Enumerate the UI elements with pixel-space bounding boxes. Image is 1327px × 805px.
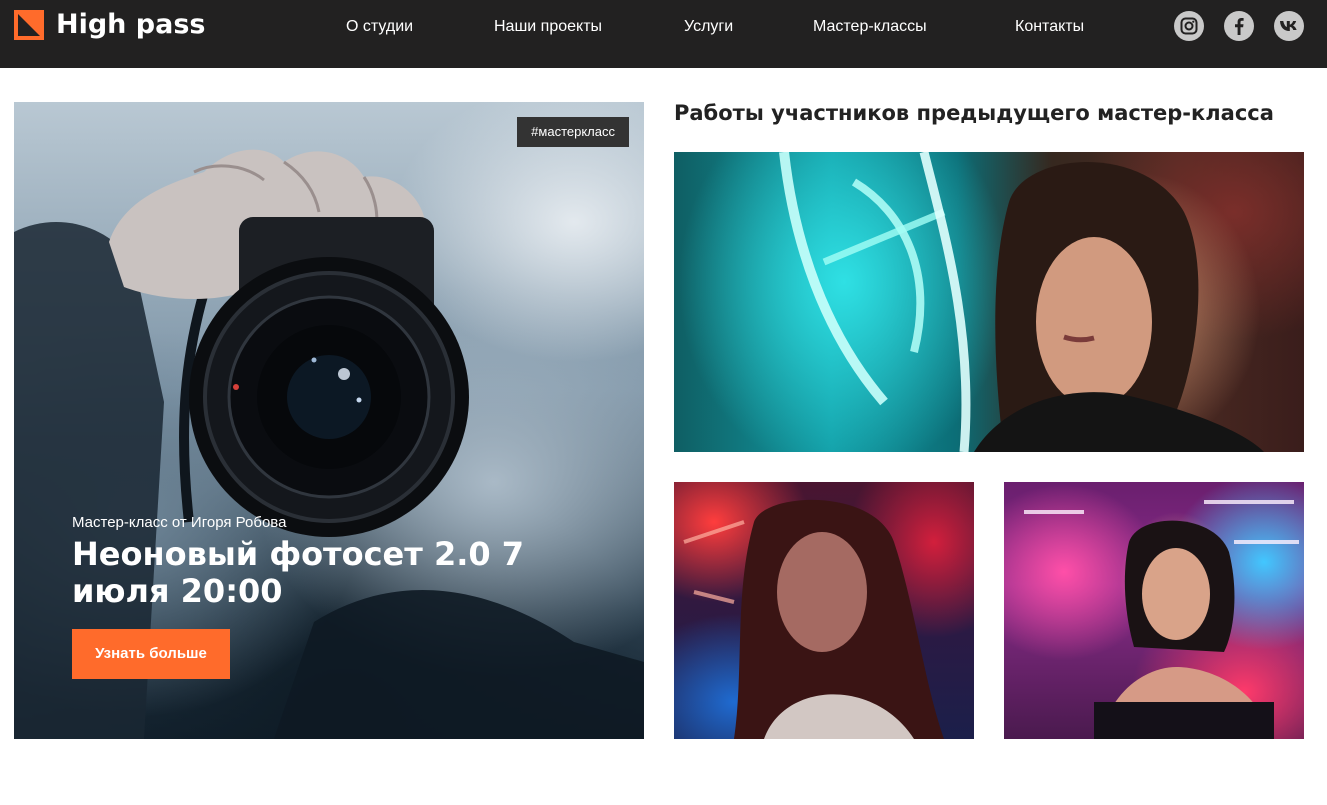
nav-item-about[interactable]: О студии xyxy=(346,17,413,37)
hero-subtitle: Мастер-класс от Игоря Робова xyxy=(72,514,287,531)
hero-tag[interactable]: #мастеркласс xyxy=(517,117,629,147)
instagram-link[interactable] xyxy=(1174,11,1204,41)
site-header: High pass О студии Наши проекты Услуги М… xyxy=(0,0,1327,68)
logo-link[interactable]: High pass xyxy=(14,10,206,40)
gallery-photo-multicolor-neon[interactable] xyxy=(1004,482,1304,739)
vk-icon xyxy=(1280,21,1297,31)
facebook-link[interactable] xyxy=(1224,11,1254,41)
nav-item-masterclasses[interactable]: Мастер-классы xyxy=(813,17,927,37)
gallery-photo-3-image xyxy=(1024,500,1299,739)
gallery-title: Работы участников предыдущего мастер-кла… xyxy=(674,101,1274,125)
gallery-photo-red-neon[interactable] xyxy=(674,482,974,739)
brand-name: High pass xyxy=(56,9,206,40)
gallery-photo-2-image xyxy=(683,499,944,739)
facebook-icon xyxy=(1235,18,1244,35)
nav-item-projects[interactable]: Наши проекты xyxy=(494,17,602,37)
hero-card: #мастеркласс Мастер-класс от Игоря Робов… xyxy=(14,102,644,739)
gallery-photo-1-image xyxy=(779,152,1264,452)
nav-item-contacts[interactable]: Контакты xyxy=(1015,17,1084,37)
logo-icon xyxy=(14,10,44,40)
gallery-photo-neon-portrait[interactable] xyxy=(674,152,1304,452)
hero-title: Неоновый фотосет 2.0 7 июля 20:00 xyxy=(72,535,525,610)
nav-item-services[interactable]: Услуги xyxy=(684,17,733,37)
learn-more-button[interactable]: Узнать больше xyxy=(72,629,230,679)
vk-link[interactable] xyxy=(1274,11,1304,41)
instagram-icon xyxy=(1180,17,1198,35)
